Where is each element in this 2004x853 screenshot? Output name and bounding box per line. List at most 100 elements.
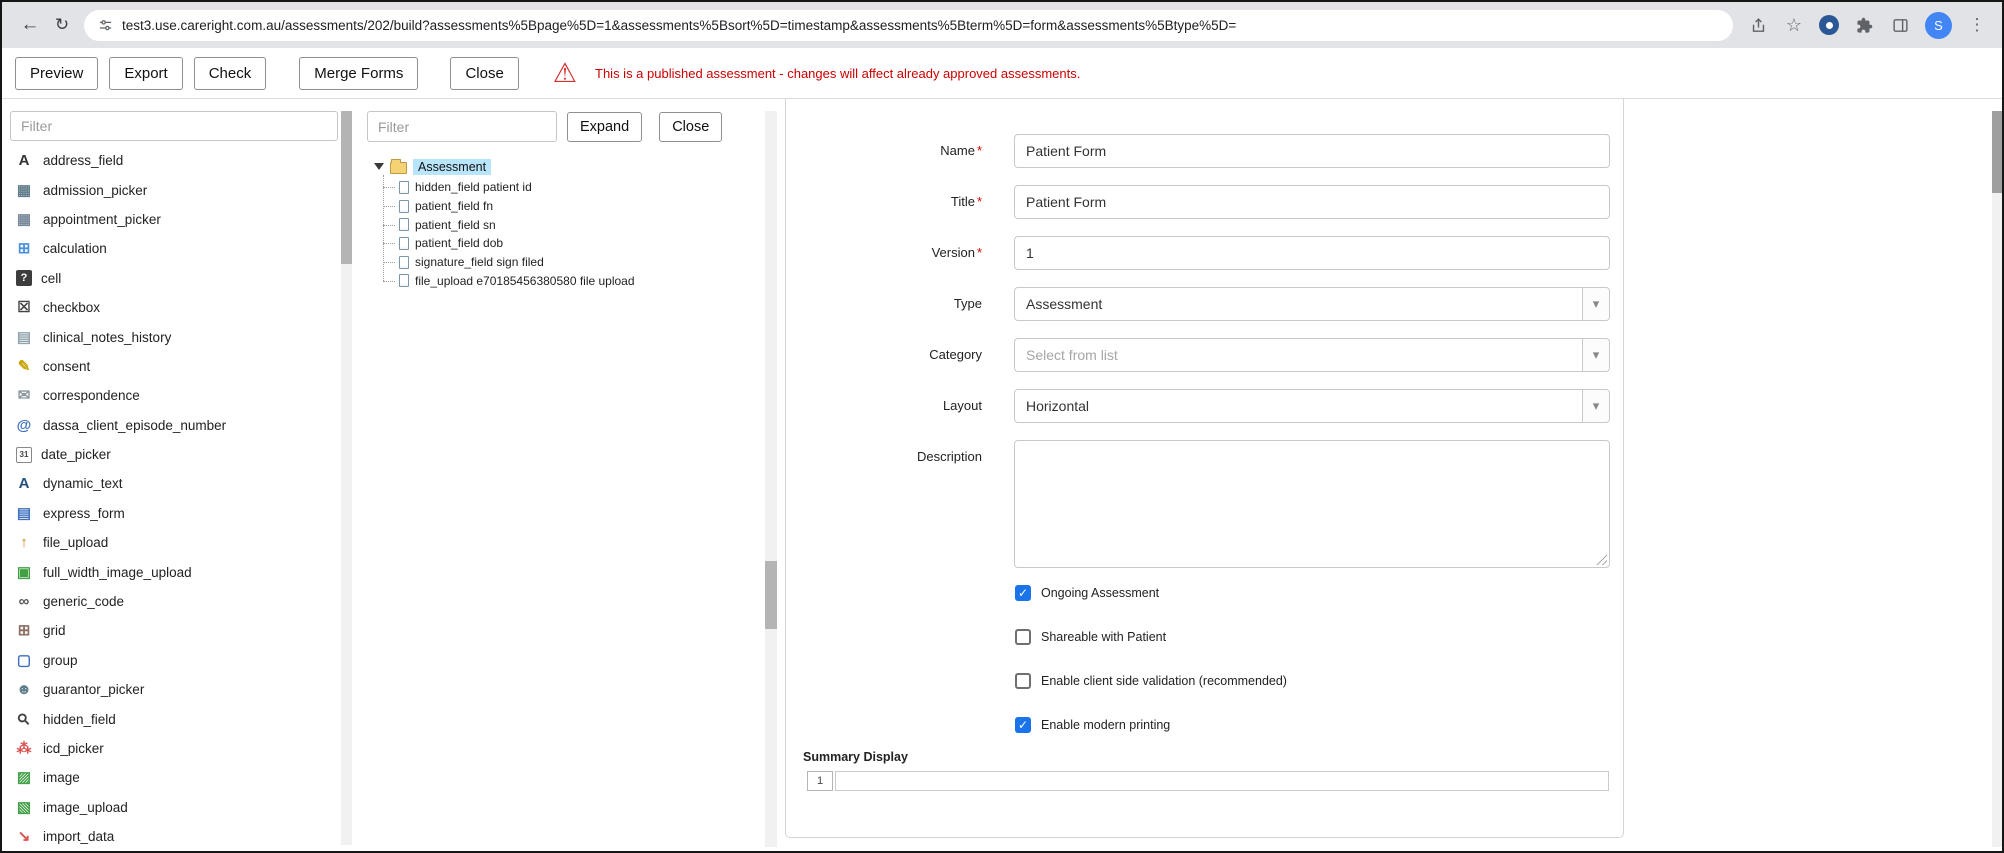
palette-scrollbar[interactable] bbox=[341, 111, 352, 845]
palette-item-consent[interactable]: ✎ consent bbox=[10, 352, 338, 381]
toolbar-button-merge-forms[interactable]: Merge Forms bbox=[299, 56, 419, 90]
profile-avatar[interactable]: S bbox=[1925, 11, 1952, 39]
select-value: Select from list bbox=[1026, 347, 1118, 363]
palette-item-full-width-image-upload[interactable]: ▣ full_width_image_upload bbox=[10, 557, 338, 586]
palette-item-correspondence[interactable]: ✉ correspondence bbox=[10, 381, 338, 410]
expand-button[interactable]: Expand bbox=[567, 111, 643, 142]
palette-list: Aaddress_field ▦ admission_picker ▦ appointm… bbox=[10, 146, 338, 851]
palette-item-label: date_picker bbox=[41, 447, 111, 463]
field-title-input[interactable] bbox=[1014, 185, 1610, 219]
palette-filter-input[interactable] bbox=[10, 111, 338, 141]
page-scrollbar[interactable] bbox=[1992, 111, 2002, 847]
chrome-actions: ☆ S ⋮ bbox=[1747, 11, 1990, 39]
palette-item-label: dassa_client_episode_number bbox=[43, 417, 227, 433]
cell-icon: ? bbox=[16, 270, 32, 287]
field-version-input[interactable] bbox=[1014, 236, 1610, 270]
field-type-select[interactable]: Assessment ▾ bbox=[1014, 287, 1610, 321]
palette-item-image-upload[interactable]: ▧ image_upload bbox=[10, 793, 338, 822]
palette-item-guarantor-picker[interactable]: ☻ guarantor_picker bbox=[10, 675, 338, 704]
menu-kebab-icon[interactable]: ⋮ bbox=[1966, 14, 1988, 36]
palette-item-label: grid bbox=[43, 623, 66, 639]
site-info-icon[interactable] bbox=[98, 18, 113, 33]
warning-icon: ⚠ bbox=[552, 57, 578, 88]
dynamic-text-icon: A bbox=[18, 475, 30, 493]
palette-item-calculation[interactable]: ⊞ calculation bbox=[10, 234, 338, 263]
field-name-input[interactable] bbox=[1014, 134, 1610, 168]
tree-node-hidden-field-patient-id[interactable]: hidden_field patient id bbox=[379, 178, 762, 197]
reload-icon[interactable]: ↻ bbox=[46, 15, 78, 35]
palette-item-appointment-picker[interactable]: ▦ appointment_picker bbox=[10, 205, 338, 234]
tree-panel-scrollbar-thumb[interactable] bbox=[765, 561, 777, 629]
extension-icon[interactable] bbox=[1819, 15, 1839, 35]
properties-fields: Name*Title*Version*TypeAssessment▾Catego… bbox=[786, 134, 1623, 568]
share-icon[interactable] bbox=[1747, 14, 1769, 36]
dropdown-caret-icon[interactable]: ▾ bbox=[1582, 288, 1609, 320]
palette-item-admission-picker[interactable]: ▦ admission_picker bbox=[10, 175, 338, 204]
palette-item-address-field[interactable]: Aaddress_field bbox=[10, 146, 338, 175]
tree-panel-scrollbar[interactable] bbox=[765, 111, 777, 847]
dropdown-caret-icon[interactable]: ▾ bbox=[1582, 390, 1609, 422]
tree-node-file-upload-e70185456380580-file-upload[interactable]: file_upload e70185456380580 file upload bbox=[379, 271, 762, 290]
palette-item-express-form[interactable]: ▤ express_form bbox=[10, 499, 338, 528]
select-value: Horizontal bbox=[1026, 398, 1090, 414]
palette-scrollbar-thumb[interactable] bbox=[341, 111, 352, 264]
checkbox-enable-client-side-validation-recommended[interactable]: Enable client side validation (recommend… bbox=[1015, 673, 1623, 689]
palette-item-date-picker[interactable]: 31 date_picker bbox=[10, 440, 338, 469]
field-layout-select[interactable]: Horizontal ▾ bbox=[1014, 389, 1610, 423]
palette-item-icd-picker[interactable]: ⁂ icd_picker bbox=[10, 734, 338, 763]
checkbox-shareable-with-patient[interactable]: Shareable with Patient bbox=[1015, 629, 1623, 645]
palette-item-hidden-field[interactable]: ⚲ hidden_field bbox=[10, 704, 338, 733]
palette-item-label: express_form bbox=[43, 505, 125, 521]
palette-item-clinical-notes-history[interactable]: ▤ clinical_notes_history bbox=[10, 322, 338, 351]
checkbox-ongoing-assessment[interactable]: ✓ Ongoing Assessment bbox=[1015, 585, 1623, 601]
palette-item-checkbox[interactable]: ☒ checkbox bbox=[10, 293, 338, 322]
tree-root-assessment[interactable]: Assessment bbox=[374, 156, 762, 177]
palette-item-file-upload[interactable]: ↑ file_upload bbox=[10, 528, 338, 557]
toolbar-button-preview[interactable]: Preview bbox=[15, 56, 99, 90]
url-bar[interactable]: test3.use.careright.com.au/assessments/2… bbox=[84, 9, 1733, 41]
field-palette: Aaddress_field ▦ admission_picker ▦ appointm… bbox=[10, 111, 338, 851]
field-category-select[interactable]: Select from list ▾ bbox=[1014, 338, 1610, 372]
checkbox-icon[interactable] bbox=[1015, 629, 1031, 645]
checkbox-enable-modern-printing[interactable]: ✓ Enable modern printing bbox=[1015, 717, 1623, 733]
bookmark-star-icon[interactable]: ☆ bbox=[1783, 14, 1805, 36]
folder-icon bbox=[390, 158, 407, 174]
warning-text: This is a published assessment - changes… bbox=[595, 65, 1081, 81]
summary-display-input[interactable] bbox=[835, 771, 1609, 791]
tree-node-patient-field-sn[interactable]: patient_field sn bbox=[379, 215, 762, 234]
page-scrollbar-thumb[interactable] bbox=[1992, 111, 2002, 193]
toolbar-button-check[interactable]: Check bbox=[193, 56, 267, 90]
palette-item-import-data[interactable]: ↘ import_data bbox=[10, 822, 338, 851]
tree-node-signature-field-sign-filed[interactable]: signature_field sign filed bbox=[379, 253, 762, 272]
palette-item-image[interactable]: ▨ image bbox=[10, 763, 338, 792]
dropdown-caret-icon[interactable]: ▾ bbox=[1582, 339, 1609, 371]
toolbar-button-export[interactable]: Export bbox=[109, 56, 183, 90]
palette-item-dassa-client-episode-number[interactable]: @ dassa_client_episode_number bbox=[10, 411, 338, 440]
palette-item-dynamic-text[interactable]: Adynamic_text bbox=[10, 469, 338, 498]
side-panel-icon[interactable] bbox=[1889, 14, 1911, 36]
palette-item-generic-code[interactable]: ∞ generic_code bbox=[10, 587, 338, 616]
tree-node-label: file_upload e70185456380580 file upload bbox=[415, 273, 635, 288]
tree-close-button[interactable]: Close bbox=[659, 111, 723, 142]
checkbox-icon[interactable]: ✓ bbox=[1015, 717, 1031, 733]
back-icon[interactable]: ← bbox=[14, 14, 46, 36]
palette-item-grid[interactable]: ⊞ grid bbox=[10, 616, 338, 645]
palette-item-label: hidden_field bbox=[43, 711, 116, 727]
tree-filter-input[interactable] bbox=[367, 111, 557, 142]
palette-item-group[interactable]: ▢ group bbox=[10, 646, 338, 675]
extensions-puzzle-icon[interactable] bbox=[1853, 14, 1875, 36]
field-row-layout: Layout Horizontal ▾ bbox=[786, 389, 1623, 423]
tree-node-patient-field-fn[interactable]: patient_field fn bbox=[379, 197, 762, 216]
field-label: Name * bbox=[940, 143, 982, 158]
document-icon bbox=[399, 199, 409, 213]
toolbar-button-close[interactable]: Close bbox=[450, 56, 519, 90]
collapse-caret-icon[interactable] bbox=[374, 163, 384, 170]
checkbox-icon[interactable] bbox=[1015, 673, 1031, 689]
palette-item-label: file_upload bbox=[43, 535, 109, 551]
field-description-textarea[interactable] bbox=[1014, 440, 1610, 568]
tree-node-label: hidden_field patient id bbox=[415, 180, 532, 195]
checkbox-icon[interactable]: ✓ bbox=[1015, 585, 1031, 601]
palette-item-label: import_data bbox=[43, 829, 115, 845]
palette-item-cell[interactable]: ? cell bbox=[10, 264, 338, 293]
tree-node-patient-field-dob[interactable]: patient_field dob bbox=[379, 234, 762, 253]
